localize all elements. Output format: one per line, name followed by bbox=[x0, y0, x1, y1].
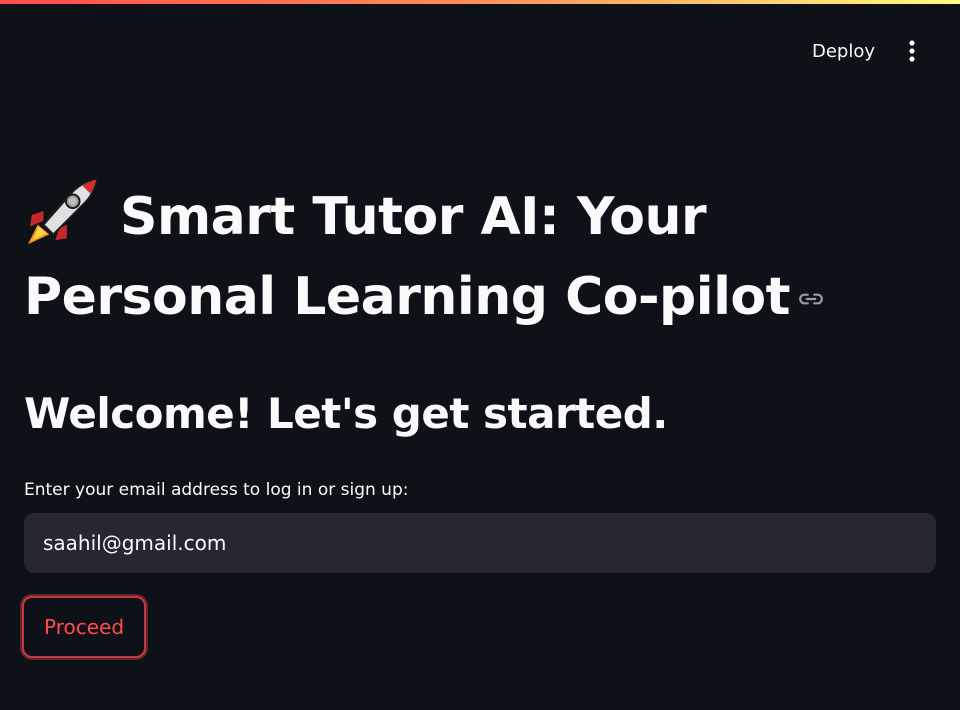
page-title-text: Smart Tutor AI: Your Personal Learning C… bbox=[24, 187, 790, 327]
email-field[interactable] bbox=[24, 513, 936, 573]
welcome-heading: Welcome! Let's get started. bbox=[24, 389, 668, 438]
rocket-icon bbox=[27, 178, 98, 245]
main-content: Smart Tutor AI: Your Personal Learning C… bbox=[0, 0, 960, 710]
page-title: Smart Tutor AI: Your Personal Learning C… bbox=[24, 176, 844, 337]
proceed-button[interactable]: Proceed bbox=[22, 596, 146, 658]
link-icon[interactable] bbox=[798, 286, 824, 312]
email-field-label: Enter your email address to log in or si… bbox=[24, 480, 409, 500]
